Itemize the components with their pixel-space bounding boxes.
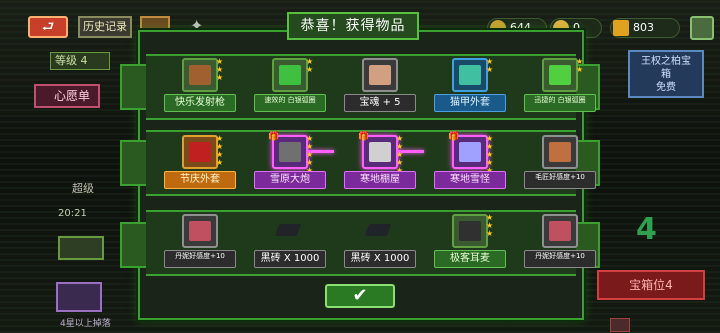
- item-slot: [542, 135, 578, 169]
- item-slot: [182, 135, 218, 169]
- chest-slot-button[interactable]: 宝箱位4: [597, 270, 705, 300]
- wish-list-button[interactable]: 心愿单: [34, 84, 100, 108]
- reward-item[interactable]: 宝魂 + 5: [344, 58, 416, 114]
- reward-item[interactable]: ★ ★ 猫甲外套: [434, 58, 506, 114]
- gift-badge-icon: 🎁: [448, 132, 460, 142]
- reward-item[interactable]: ★ ★ ★ 极客耳麦: [434, 214, 506, 270]
- rarity-stars: ★ ★ ★: [216, 57, 224, 82]
- timer-label: 20:21: [58, 208, 87, 219]
- reward-item[interactable]: 黑砖 X 1000: [344, 214, 416, 270]
- heart-badge-icon: [369, 65, 391, 85]
- armor-icon: [459, 65, 481, 85]
- rarity-stars: ★ ★: [306, 57, 314, 74]
- rarity-stars: ★ ★ ★ ★ ★: [396, 134, 404, 175]
- confirm-button[interactable]: ✔: [325, 284, 395, 308]
- yeti-icon: [459, 142, 481, 162]
- item-label: 速效的 白银弧圈: [254, 94, 326, 112]
- back-button[interactable]: ⮐: [28, 16, 68, 38]
- item-label: 极客耳麦: [434, 250, 506, 268]
- coat-icon: [189, 142, 211, 162]
- item-slot: [272, 214, 308, 248]
- black-brick-icon: [364, 224, 392, 236]
- rarity-stars: ★ ★ ★ ★: [216, 134, 224, 167]
- item-label: 寒地棚屋: [344, 171, 416, 189]
- item-label: 毛匠好感度+10: [524, 171, 596, 189]
- chest-slot-number: 4: [636, 212, 657, 247]
- item-slot: [452, 58, 488, 92]
- hut-icon: [369, 142, 391, 162]
- gift-badge-icon: 🎁: [268, 132, 280, 142]
- dialog-title: 恭喜！获得物品: [287, 12, 419, 40]
- menu-icon[interactable]: [690, 16, 714, 40]
- item-label: 黑砖 X 1000: [344, 250, 416, 268]
- back-arrow-icon: ⮐: [41, 19, 55, 35]
- rarity-stars: ★ ★ ★ ★ ★: [306, 134, 314, 175]
- item-label: 快乐发射枪: [164, 94, 236, 112]
- gold-counter: 803: [610, 18, 680, 38]
- rarity-stars: ★ ★ ★: [486, 213, 494, 238]
- gun-icon: [189, 65, 211, 85]
- item-slot: [362, 58, 398, 92]
- reward-item[interactable]: ★ ★ ★ 快乐发射枪: [164, 58, 236, 114]
- king-chest-button[interactable]: 王权之柏宝 箱 免费: [628, 50, 704, 98]
- character-face-icon: [549, 142, 571, 162]
- reward-item[interactable]: ★ ★ ★ ★ ★ 🎁 寒地棚屋: [344, 132, 416, 191]
- gold-value: 803: [633, 21, 654, 34]
- reward-item[interactable]: ★ ★ ★ ★ 节庆外套: [164, 135, 236, 191]
- item-label: 宝魂 + 5: [344, 94, 416, 112]
- item-label: 寒地雪怪: [434, 171, 506, 189]
- king-chest-title-1: 王权之柏宝: [641, 56, 691, 67]
- gift-badge-icon: 🎁: [358, 132, 370, 142]
- rarity-stars: ★ ★: [486, 57, 494, 74]
- level-label: 等级 4: [50, 52, 110, 70]
- character-face-icon: [549, 221, 571, 241]
- ring-icon: [549, 65, 571, 85]
- gold-bar-icon: [613, 20, 629, 36]
- rarity-stars: ★ ★ ★ ★ ★: [486, 134, 494, 175]
- ring-icon: [279, 65, 301, 85]
- reward-item[interactable]: 丹妮好感度+10: [524, 214, 596, 270]
- item-slot: [542, 214, 578, 248]
- item-label: 丹妮好感度+10: [164, 250, 236, 268]
- item-slot: [182, 214, 218, 248]
- reward-item[interactable]: ★ ★ ★ ★ ★ 🎁 寒地雪怪: [434, 132, 506, 191]
- black-brick-icon: [274, 224, 302, 236]
- item-label: 猫甲外套: [434, 94, 506, 112]
- item-slot: [182, 58, 218, 92]
- history-button[interactable]: 历史记录: [78, 16, 132, 38]
- item-label: 黑砖 X 1000: [254, 250, 326, 268]
- side-small-icon: [610, 318, 630, 332]
- king-chest-free: 免费: [656, 82, 676, 93]
- item-slot: [542, 58, 578, 92]
- reward-item[interactable]: 丹妮好感度+10: [164, 214, 236, 270]
- reward-item[interactable]: ★ ★ 迅捷的 白银弧圈: [524, 58, 596, 114]
- king-chest-title-2: 箱: [661, 69, 671, 80]
- reward-item[interactable]: 黑砖 X 1000: [254, 214, 326, 270]
- drop-info-label: 4星以上掉落: [60, 319, 111, 329]
- character-face-icon: [189, 221, 211, 241]
- lock-button[interactable]: [58, 236, 104, 260]
- cannon-icon: [279, 142, 301, 162]
- rarity-stars: ★ ★: [576, 57, 584, 74]
- checkmark-icon: ✔: [352, 285, 368, 306]
- item-label: 迅捷的 白银弧圈: [524, 94, 596, 112]
- reward-item[interactable]: ★ ★ ★ ★ ★ 🎁 雪原大炮: [254, 132, 326, 191]
- item-slot: [272, 58, 308, 92]
- super-label: 超级: [72, 182, 94, 195]
- item-label: 节庆外套: [164, 171, 236, 189]
- item-label: 丹妮好感度+10: [524, 250, 596, 268]
- item-slot: [452, 214, 488, 248]
- reward-item[interactable]: ★ ★ 速效的 白银弧圈: [254, 58, 326, 114]
- headset-icon: [459, 221, 481, 241]
- item-slot: [362, 214, 398, 248]
- item-label: 雪原大炮: [254, 171, 326, 189]
- reward-item[interactable]: 毛匠好感度+10: [524, 135, 596, 191]
- stars-button[interactable]: [56, 282, 102, 312]
